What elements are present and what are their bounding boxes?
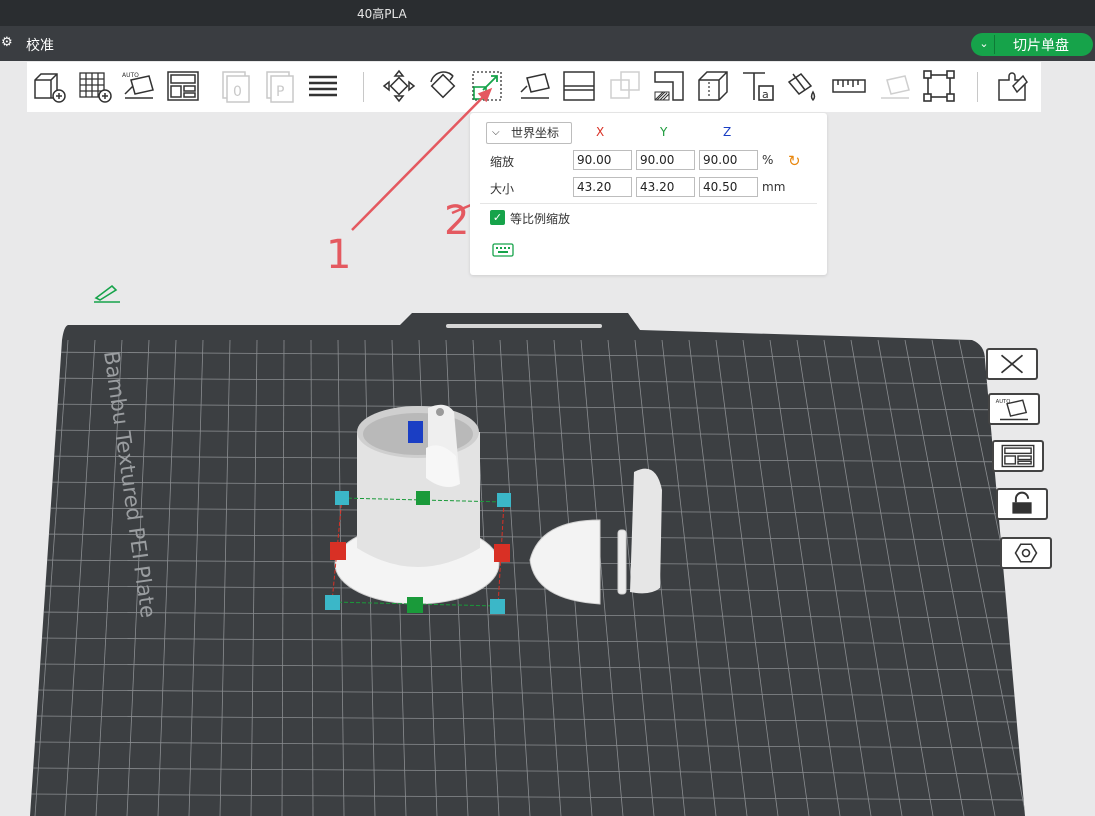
scale-handle-z[interactable] — [408, 421, 423, 443]
scale-handle-corner[interactable] — [497, 493, 511, 507]
arrange-plate-button[interactable] — [992, 440, 1044, 472]
close-icon — [1000, 354, 1024, 374]
hexagon-settings-icon — [1014, 543, 1038, 563]
scale-handle-x[interactable] — [330, 542, 346, 560]
lock-plate-button[interactable] — [996, 488, 1048, 520]
lock-icon — [1012, 491, 1032, 514]
arrange-icon — [1001, 444, 1035, 468]
scale-handle-y[interactable] — [407, 597, 423, 613]
plate-handle — [446, 324, 602, 328]
scale-handle-corner[interactable] — [325, 595, 340, 610]
build-plate — [30, 313, 1025, 816]
scale-handle-corner[interactable] — [490, 599, 505, 614]
scale-handle-x[interactable] — [494, 544, 510, 562]
build-plate-viewport[interactable]: Bambu Textured PEI Plate — [0, 0, 1095, 816]
auto-orient-icon: AUTO — [996, 399, 1028, 421]
scale-handle-y[interactable] — [416, 491, 430, 505]
plate-settings-button[interactable] — [1000, 537, 1052, 569]
scale-handle-corner[interactable] — [335, 491, 349, 505]
delete-plate-button[interactable] — [986, 348, 1038, 380]
auto-orient-plate-button[interactable]: AUTO — [988, 393, 1040, 425]
